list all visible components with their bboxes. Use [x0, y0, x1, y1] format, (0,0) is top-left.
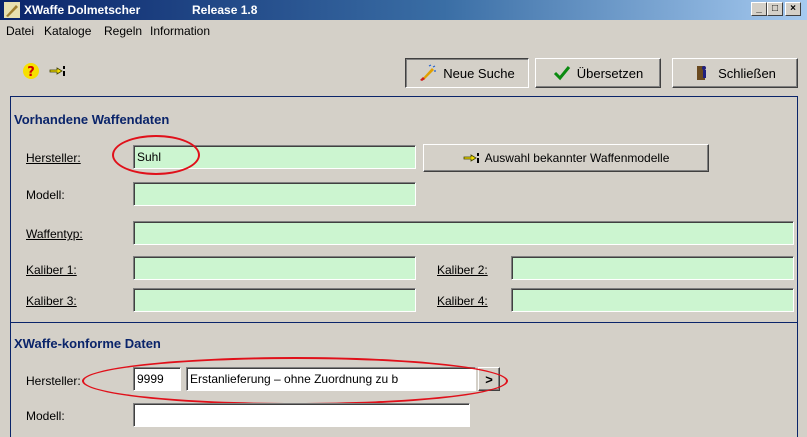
kaliber2-input[interactable] [511, 256, 794, 280]
modell-input[interactable] [133, 182, 416, 206]
select-hand-icon [463, 153, 479, 163]
waffentyp-input[interactable] [133, 221, 794, 245]
select-weapon-models-label: Auswahl bekannter Waffenmodelle [484, 151, 670, 165]
modell-label: Modell: [26, 188, 65, 202]
translate-label: Übersetzen [576, 65, 644, 81]
exit-door-icon [697, 66, 707, 80]
help-icon[interactable]: ? [22, 62, 40, 80]
waffentyp-label: Waffentyp: [26, 227, 83, 241]
kaliber1-label: Kaliber 1: [26, 263, 77, 277]
new-search-icon [420, 64, 437, 81]
title-bar[interactable]: XWaffe Dolmetscher Release 1.8 _ □ × [0, 0, 807, 20]
kaliber3-label: Kaliber 3: [26, 294, 77, 308]
conform-modell-input[interactable] [133, 403, 470, 427]
existing-data-title: Vorhandene Waffendaten [14, 112, 170, 127]
release-label: Release 1.8 [192, 3, 258, 17]
checkmark-icon [553, 66, 570, 81]
toolbar: ? Neue Suche Übersetzen Schließen [0, 40, 807, 94]
new-search-button[interactable]: Neue Suche [405, 58, 529, 88]
menu-datei[interactable]: Datei [6, 24, 34, 38]
conform-data-title: XWaffe-konforme Daten [14, 336, 161, 351]
kaliber3-input[interactable] [133, 288, 416, 312]
hersteller-input[interactable]: Suhl [133, 145, 416, 169]
close-window-button[interactable]: × [785, 2, 801, 16]
menu-information[interactable]: Information [150, 24, 210, 38]
conform-hersteller-code[interactable]: 9999 [133, 367, 181, 391]
conform-hersteller-text[interactable]: Erstanlieferung – ohne Zuordnung zu b [186, 367, 476, 391]
close-label: Schließen [718, 65, 776, 81]
conform-hersteller-arrow-button[interactable]: > [478, 367, 500, 391]
menu-kataloge[interactable]: Kataloge [44, 24, 91, 38]
select-hand-icon[interactable] [48, 62, 66, 80]
application-window: XWaffe Dolmetscher Release 1.8 _ □ × Dat… [0, 0, 807, 437]
hersteller-label: Hersteller: [26, 151, 81, 165]
menu-bar: Datei Kataloge Regeln Information [0, 20, 807, 40]
kaliber1-input[interactable] [133, 256, 416, 280]
svg-text:?: ? [27, 65, 35, 80]
kaliber2-label: Kaliber 2: [437, 263, 488, 277]
select-weapon-models-button[interactable]: Auswahl bekannter Waffenmodelle [423, 144, 709, 172]
kaliber4-label: Kaliber 4: [437, 294, 488, 308]
maximize-button[interactable]: □ [767, 2, 783, 16]
conform-hersteller-label: Hersteller: [26, 374, 81, 388]
close-button[interactable]: Schließen [672, 58, 798, 88]
window-title: XWaffe Dolmetscher [24, 3, 141, 17]
translate-button[interactable]: Übersetzen [535, 58, 661, 88]
app-icon [4, 2, 20, 18]
kaliber4-input[interactable] [511, 288, 794, 312]
new-search-label: Neue Suche [443, 65, 515, 81]
conform-modell-label: Modell: [26, 409, 65, 423]
minimize-button[interactable]: _ [751, 2, 767, 16]
menu-regeln[interactable]: Regeln [104, 24, 142, 38]
